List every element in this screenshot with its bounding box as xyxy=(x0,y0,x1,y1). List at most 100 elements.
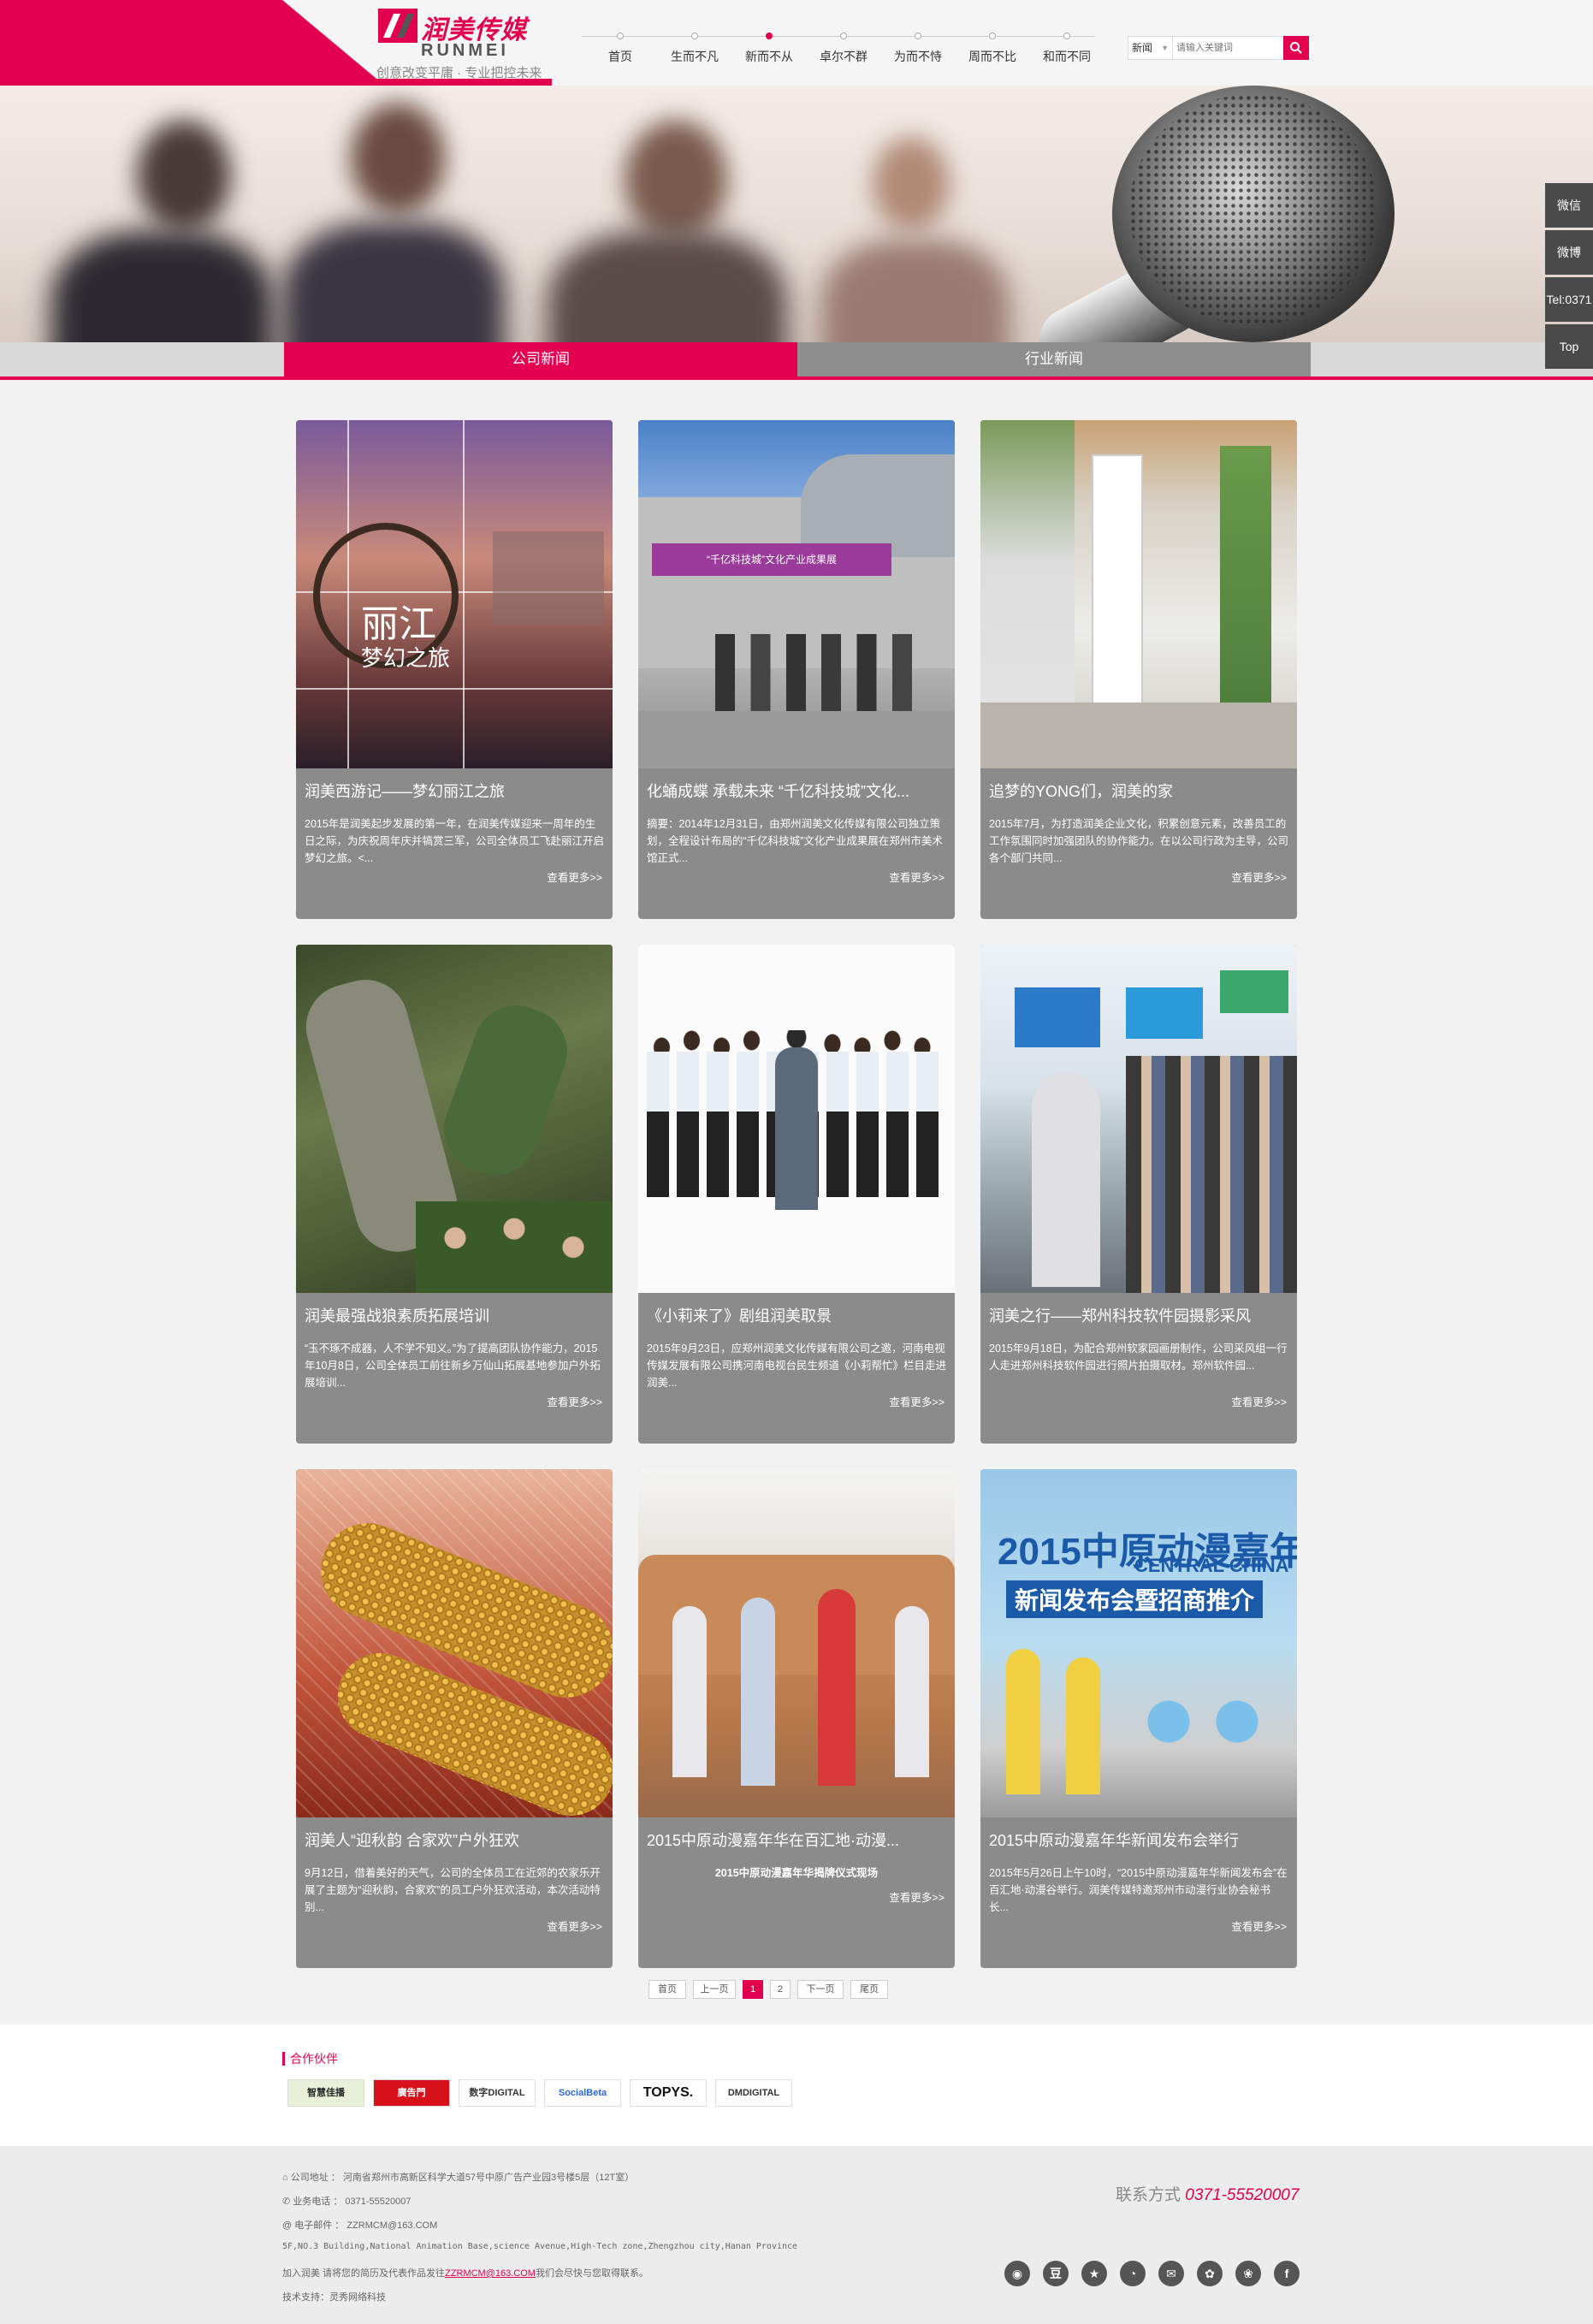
nav-item-humble[interactable]: 为而不恃 xyxy=(879,29,956,65)
banner-figure xyxy=(51,231,274,342)
main-nav: 首页 生而不凡 新而不从 卓尔不群 为而不恃 周而不比 和而不同 xyxy=(582,29,1104,72)
event-sign-en: CENTRAL CHINA xyxy=(1134,1555,1289,1576)
man-figure xyxy=(775,1047,818,1210)
news-card[interactable]: 润美之行——郑州科技软件园摄影采风 2015年9月18日，为配合郑州软家园画册制… xyxy=(980,945,1297,1444)
partner-logo[interactable]: 数字DIGITAL xyxy=(459,2079,536,2107)
page-2-button[interactable]: 2 xyxy=(770,1980,791,1999)
phone-icon: ✆ xyxy=(282,2197,293,2207)
wechat-icon[interactable]: ✉ xyxy=(1158,2261,1184,2286)
search-box: 新闻 ▼ xyxy=(1128,36,1309,60)
partners-title: 合作伙伴 xyxy=(282,2052,338,2066)
nav-item-born-extraordinary[interactable]: 生而不凡 xyxy=(656,29,733,65)
news-card-title: 《小莉来了》剧组润美取景 xyxy=(647,1307,832,1325)
news-card[interactable]: 润美人“迎秋韵 合家欢”户外狂欢 9月12日，借着美好的天气，公司的全体员工在近… xyxy=(296,1469,613,1968)
back-to-top-button[interactable]: Top xyxy=(1545,324,1593,369)
facebook-icon[interactable]: f xyxy=(1274,2261,1300,2286)
banner-figure xyxy=(282,222,505,342)
nav-dot xyxy=(1063,33,1070,39)
paw-icon[interactable]: ❀ xyxy=(1235,2261,1261,2286)
read-more-link[interactable]: 查看更多>> xyxy=(1231,1918,1287,1934)
kaixin-icon[interactable]: ✿ xyxy=(1197,2261,1223,2286)
partner-logo[interactable]: TOPYS. xyxy=(630,2079,707,2107)
news-card-title: 润美最强战狼素质拓展培训 xyxy=(305,1307,489,1325)
news-card-image: “千亿科技城”文化产业成果展 xyxy=(638,420,955,768)
nav-item-news[interactable]: 新而不从 xyxy=(731,29,808,65)
read-more-link[interactable]: 查看更多>> xyxy=(889,869,945,885)
news-card-desc: 2015年9月18日，为配合郑州软家园画册制作，公司采风组一行人走进郑州科技软件… xyxy=(989,1343,1288,1372)
nav-item-harmony[interactable]: 和而不同 xyxy=(1028,29,1105,65)
footer-contact: 联系方式 0371-55520007 xyxy=(1116,2186,1300,2204)
lijiang-overlay-title: 丽江 xyxy=(361,603,436,645)
banner-figure xyxy=(137,120,231,231)
news-card[interactable]: 2015中原动漫嘉年华在百汇地·动漫... 2015中原动漫嘉年华揭牌仪式现场 … xyxy=(638,1469,955,1968)
side-tel-button[interactable]: Tel:0371 xyxy=(1545,277,1593,322)
read-more-link[interactable]: 查看更多>> xyxy=(547,1393,602,1409)
page-last-button[interactable]: 尾页 xyxy=(850,1980,888,1999)
footer-address: ⌂ 公司地址 ： 河南省郑州市高新区科学大道57号中原广告产业园3号楼5层（12… xyxy=(282,2173,635,2183)
building-shape xyxy=(493,531,604,625)
read-more-link[interactable]: 查看更多>> xyxy=(1231,869,1287,885)
sina-weibo-icon[interactable]: ◉ xyxy=(1004,2261,1030,2286)
tab-company-news[interactable]: 公司新闻 xyxy=(284,342,797,376)
news-card-title: 润美西游记——梦幻丽江之旅 xyxy=(305,783,505,800)
partner-logo[interactable]: SocialBeta xyxy=(544,2079,621,2107)
read-more-link[interactable]: 查看更多>> xyxy=(889,1888,945,1905)
page-prev-button[interactable]: 上一页 xyxy=(693,1980,736,1999)
search-button[interactable] xyxy=(1283,36,1309,60)
speaker-figure xyxy=(1032,1073,1100,1287)
read-more-link[interactable]: 查看更多>> xyxy=(547,869,602,885)
news-card[interactable]: 2015中原动漫嘉年华 CENTRAL CHINA 新闻发布会暨招商推介 201… xyxy=(980,1469,1297,1968)
page-next-button[interactable]: 下一页 xyxy=(797,1980,844,1999)
read-more-link[interactable]: 查看更多>> xyxy=(547,1918,602,1934)
photo-grid-line xyxy=(463,420,465,768)
search-category-select[interactable]: 新闻 ▼ xyxy=(1128,37,1173,59)
nav-item-unity[interactable]: 周而不比 xyxy=(954,29,1031,65)
page-first-button[interactable]: 首页 xyxy=(648,1980,686,1999)
news-card-title: 追梦的YONG们，润美的家 xyxy=(989,783,1174,800)
banner-figure xyxy=(351,103,445,214)
news-card-desc: “玉不琢不成器，人不学不知义。”为了提高团队协作能力，2015年10月8日，公司… xyxy=(305,1343,601,1389)
join-email-link[interactable]: ZZRMCM@163.COM xyxy=(445,2268,536,2279)
douban-icon[interactable]: 豆 xyxy=(1043,2261,1069,2286)
news-card-image xyxy=(296,1469,613,1817)
qq-icon[interactable]: ◔ xyxy=(1120,2261,1146,2286)
nav-dot xyxy=(915,33,921,39)
side-wechat-button[interactable]: 微信 xyxy=(1545,183,1593,228)
site-footer: ⌂ 公司地址 ： 河南省郑州市高新区科学大道57号中原广告产业园3号楼5层（12… xyxy=(0,2146,1593,2324)
partner-logo[interactable]: 廣告門 xyxy=(373,2079,450,2107)
favorite-star-icon[interactable]: ★ xyxy=(1081,2261,1107,2286)
nav-dot xyxy=(617,33,624,39)
news-card[interactable]: “千亿科技城”文化产业成果展 化蛹成蝶 承载未来 “千亿科技城”文化... 摘要… xyxy=(638,420,955,919)
news-card[interactable]: 丽江 梦幻之旅 润美西游记——梦幻丽江之旅 2015年是润美起步发展的第一年，在… xyxy=(296,420,613,919)
banner-figure xyxy=(625,120,727,240)
news-card[interactable]: 《小莉来了》剧组润美取景 2015年9月23日，应郑州润美文化传媒有限公司之邀，… xyxy=(638,945,955,1444)
banner-figure xyxy=(821,240,1010,342)
news-card-image xyxy=(980,420,1297,768)
exhibition-banner: “千亿科技城”文化产业成果展 xyxy=(652,543,891,576)
staff-figure xyxy=(1006,1649,1040,1794)
partner-logo[interactable]: 智慧佳播 xyxy=(287,2079,364,2107)
page-1-button[interactable]: 1 xyxy=(743,1980,763,1999)
news-card-title: 润美之行——郑州科技软件园摄影采风 xyxy=(989,1307,1251,1325)
news-card[interactable]: 润美最强战狼素质拓展培训 “玉不琢不成器，人不学不知义。”为了提高团队协作能力，… xyxy=(296,945,613,1444)
nav-dot xyxy=(691,33,698,39)
partner-logo[interactable]: DMDIGITAL xyxy=(715,2079,792,2107)
news-card[interactable]: 追梦的YONG们，润美的家 2015年7月，为打造润美企业文化，积累创意元素，改… xyxy=(980,420,1297,919)
search-input[interactable] xyxy=(1176,39,1279,57)
runmei-logo-icon xyxy=(378,9,417,43)
site-logo[interactable]: 润美传媒 RUNMEI 创意改变平庸 · 专业把控未来 xyxy=(368,7,556,80)
floating-sidebar: 微信 微博 Tel:0371 Top xyxy=(1545,183,1593,371)
read-more-link[interactable]: 查看更多>> xyxy=(889,1393,945,1409)
banner-figure xyxy=(873,137,950,231)
news-card-image xyxy=(980,945,1297,1293)
tab-industry-news[interactable]: 行业新闻 xyxy=(797,342,1311,376)
banner-figure xyxy=(548,231,787,342)
side-weibo-button[interactable]: 微博 xyxy=(1545,230,1593,275)
nav-item-home[interactable]: 首页 xyxy=(582,29,659,65)
read-more-link[interactable]: 查看更多>> xyxy=(1231,1393,1287,1409)
news-card-desc: 9月12日，借着美好的天气，公司的全体员工在近郊的农家乐开展了主题为“迎秋韵，合… xyxy=(305,1867,601,1913)
news-card-image xyxy=(638,1469,955,1817)
nav-dot-active xyxy=(766,33,773,39)
home-icon: ⌂ xyxy=(282,2173,291,2183)
nav-item-outstanding[interactable]: 卓尔不群 xyxy=(805,29,882,65)
